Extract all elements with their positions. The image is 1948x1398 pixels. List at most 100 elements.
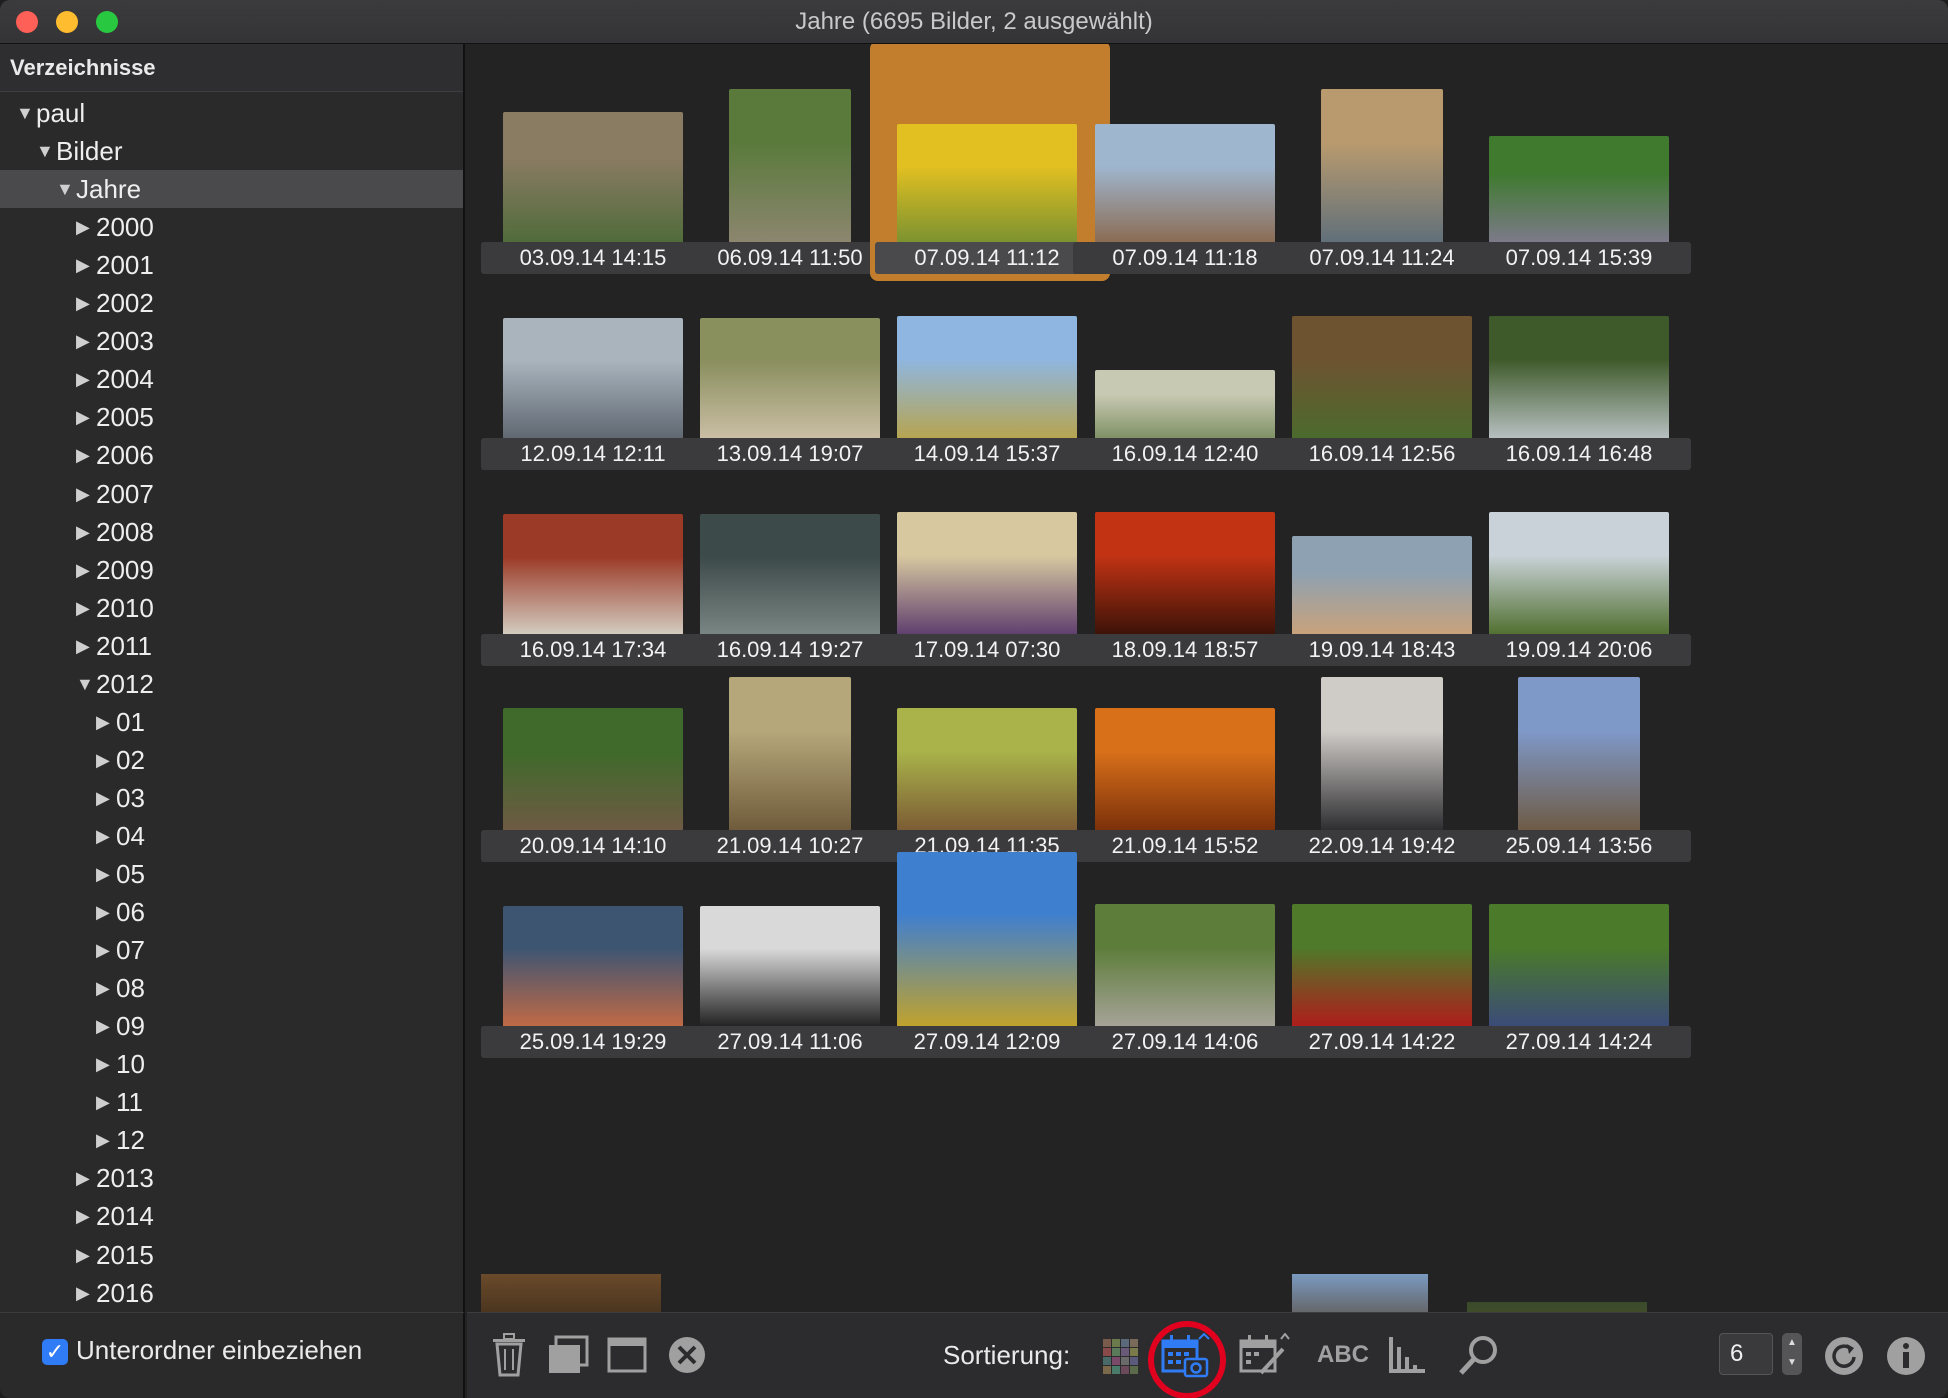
tree-item[interactable]: ▶ 01	[0, 703, 463, 741]
tree-item[interactable]: ▶ 09	[0, 1007, 463, 1045]
disclosure-closed-icon[interactable]: ▶	[76, 284, 96, 322]
tree-item[interactable]: ▼paul	[0, 94, 463, 132]
disclosure-closed-icon[interactable]: ▶	[76, 208, 96, 246]
sort-name-icon[interactable]: ABC	[1317, 1341, 1369, 1369]
thumbnail-area	[1270, 436, 1494, 636]
disclosure-closed-icon[interactable]: ▶	[96, 779, 116, 817]
thumbnail-caption: 27.09.14 14:22	[1270, 1026, 1494, 1058]
disclosure-closed-icon[interactable]: ▶	[76, 436, 96, 474]
thumbnail-cell[interactable]: 27.09.14 14:24	[1467, 828, 1707, 1068]
thumbnail-caption: 25.09.14 19:29	[481, 1026, 705, 1058]
thumbnail-size-stepper[interactable]: ▲ ▼	[1782, 1333, 1802, 1375]
disclosure-closed-icon[interactable]: ▶	[76, 1274, 96, 1312]
tree-item[interactable]: ▼2012	[0, 665, 463, 703]
tree-item-label: 05	[116, 859, 145, 889]
disclosure-open-icon[interactable]: ▼	[56, 170, 76, 208]
disclosure-closed-icon[interactable]: ▶	[96, 1045, 116, 1083]
bottom-toolbar: Sortierung: ABC 6 ▲ ▼	[467, 1312, 1948, 1398]
close-circle-icon[interactable]	[667, 1335, 707, 1375]
tree-item[interactable]: ▶ 2010	[0, 589, 463, 627]
disclosure-closed-icon[interactable]: ▶	[76, 1197, 96, 1235]
photo-castle	[1489, 512, 1669, 636]
disclosure-closed-icon[interactable]: ▶	[96, 1007, 116, 1045]
disclosure-closed-icon[interactable]: ▶	[96, 855, 116, 893]
thumbnail-partial[interactable]	[1467, 1302, 1647, 1312]
info-icon[interactable]	[1885, 1335, 1927, 1377]
disclosure-closed-icon[interactable]: ▶	[76, 398, 96, 436]
tree-item[interactable]: ▶ 2007	[0, 475, 463, 513]
sort-date-edit-icon[interactable]	[1239, 1332, 1291, 1383]
tree-item[interactable]: ▶ 2013	[0, 1159, 463, 1197]
disclosure-open-icon[interactable]: ▼	[16, 94, 36, 132]
disclosure-closed-icon[interactable]: ▶	[96, 741, 116, 779]
disclosure-closed-icon[interactable]: ▶	[96, 931, 116, 969]
sidebar: Verzeichnisse ▼paul ▼Bilder ▼Jahre ▶ 2000 ▶ 20…	[0, 44, 465, 1312]
tree-item[interactable]: ▶ 2011	[0, 627, 463, 665]
tree-item[interactable]: ▶ 10	[0, 1045, 463, 1083]
tree-item[interactable]: ▶ 2003	[0, 322, 463, 360]
tree-item[interactable]: ▶ 2008	[0, 513, 463, 551]
disclosure-closed-icon[interactable]: ▶	[76, 246, 96, 284]
disclosure-open-icon[interactable]: ▼	[76, 665, 96, 703]
thumbnail-area	[481, 436, 705, 636]
thumbnail-partial[interactable]	[1292, 1274, 1428, 1312]
folder-stack-icon[interactable]	[547, 1335, 589, 1375]
tree-item[interactable]: ▶ 2005	[0, 398, 463, 436]
tree-item[interactable]: ▶ 06	[0, 893, 463, 931]
sort-label: Sortierung:	[943, 1340, 1071, 1370]
tree-item[interactable]: ▶ 03	[0, 779, 463, 817]
disclosure-closed-icon[interactable]: ▶	[76, 360, 96, 398]
refresh-icon[interactable]	[1823, 1335, 1865, 1377]
tree-item[interactable]: ▶ 2009	[0, 551, 463, 589]
thumbnail-area	[678, 436, 902, 636]
tree-item[interactable]: ▶ 2001	[0, 246, 463, 284]
disclosure-closed-icon[interactable]: ▶	[76, 513, 96, 551]
tree-item[interactable]: ▶ 2016	[0, 1274, 463, 1312]
photo-horses	[897, 708, 1077, 832]
photo-forest-path	[503, 708, 683, 832]
disclosure-closed-icon[interactable]: ▶	[76, 551, 96, 589]
disclosure-closed-icon[interactable]: ▶	[76, 627, 96, 665]
tree-item[interactable]: ▶ 07	[0, 931, 463, 969]
disclosure-closed-icon[interactable]: ▶	[96, 817, 116, 855]
disclosure-closed-icon[interactable]: ▶	[96, 1083, 116, 1121]
tree-item[interactable]: ▶ 02	[0, 741, 463, 779]
sort-histogram-icon[interactable]	[1387, 1335, 1427, 1375]
thumbnail-area	[678, 240, 902, 440]
thumbnail-area	[1073, 44, 1297, 244]
app-window: Jahre (6695 Bilder, 2 ausgewählt) Verzei…	[0, 0, 1948, 1398]
thumbnail-partial[interactable]	[481, 1274, 661, 1312]
include-subfolders-label[interactable]: Unterordner einbeziehen	[76, 1335, 362, 1366]
disclosure-closed-icon[interactable]: ▶	[76, 1236, 96, 1274]
disclosure-closed-icon[interactable]: ▶	[96, 893, 116, 931]
tree-item[interactable]: ▶ 04	[0, 817, 463, 855]
tree-item[interactable]: ▼Jahre	[0, 170, 463, 209]
tree-item[interactable]: ▶ 11	[0, 1083, 463, 1121]
tree-item[interactable]: ▶ 12	[0, 1121, 463, 1159]
window-icon[interactable]	[607, 1337, 647, 1373]
sort-color-grid-icon[interactable]	[1101, 1337, 1141, 1377]
disclosure-closed-icon[interactable]: ▶	[76, 589, 96, 627]
tree-item-label: 10	[116, 1049, 145, 1080]
tree-item[interactable]: ▶ 2014	[0, 1197, 463, 1235]
tree-item[interactable]: ▼Bilder	[0, 132, 463, 170]
disclosure-closed-icon[interactable]: ▶	[76, 1159, 96, 1197]
disclosure-closed-icon[interactable]: ▶	[76, 475, 96, 513]
disclosure-closed-icon[interactable]: ▶	[76, 322, 96, 360]
disclosure-closed-icon[interactable]: ▶	[96, 1121, 116, 1159]
search-icon[interactable]	[1457, 1333, 1501, 1377]
tree-item[interactable]: ▶ 08	[0, 969, 463, 1007]
tree-item[interactable]: ▶ 05	[0, 855, 463, 893]
tree-item[interactable]: ▶ 2004	[0, 360, 463, 398]
include-subfolders-checkbox[interactable]: ✓	[42, 1339, 68, 1365]
disclosure-closed-icon[interactable]: ▶	[96, 703, 116, 741]
tree-item[interactable]: ▶ 2015	[0, 1236, 463, 1274]
thumbnail-grid[interactable]: 03.09.14 14:15 06.09.14 11:50 07.09.14 11:…	[467, 44, 1948, 1312]
tree-item[interactable]: ▶ 2000	[0, 208, 463, 246]
thumbnail-size-field[interactable]: 6	[1719, 1333, 1773, 1375]
disclosure-open-icon[interactable]: ▼	[36, 132, 56, 170]
tree-item[interactable]: ▶ 2006	[0, 436, 463, 474]
trash-icon[interactable]	[491, 1333, 527, 1377]
disclosure-closed-icon[interactable]: ▶	[96, 969, 116, 1007]
tree-item[interactable]: ▶ 2002	[0, 284, 463, 322]
